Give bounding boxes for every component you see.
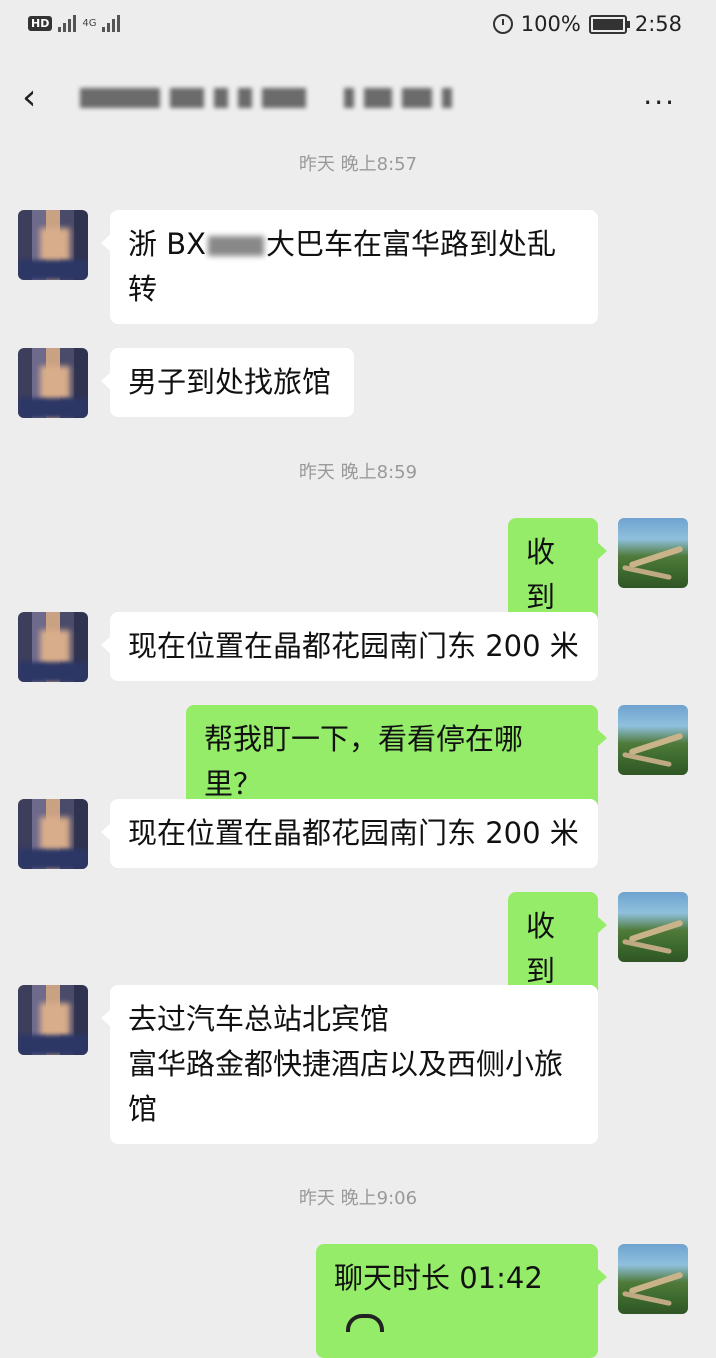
incoming-message[interactable]: 浙 BX 大巴车在富华路到处乱转 [101, 210, 598, 324]
hd-badge: HD [28, 15, 53, 31]
timestamp: 昨天 晚上8:59 [298, 462, 418, 483]
message-line: 富华路金都快捷酒店以及西侧小旅馆 [128, 1047, 564, 1126]
call-record-message[interactable]: 聊天时长 01:42 [316, 1244, 607, 1358]
battery-percent: 100% [520, 12, 581, 36]
back-chevron-icon[interactable]: ‹ [22, 80, 36, 116]
timestamp: 昨天 晚上9:06 [298, 1188, 418, 1209]
signal-icon [58, 14, 77, 32]
message-line: 去过汽车总站北宾馆 [128, 1002, 390, 1036]
message-text: 现在位置在晶都花园南门东 200 米 [128, 629, 579, 663]
more-icon[interactable]: ··· [643, 86, 676, 119]
message-text: 男子到处找旅馆 [128, 365, 332, 399]
chat-title-redacted [80, 88, 452, 108]
alarm-icon [492, 14, 513, 34]
contact-avatar[interactable] [18, 612, 88, 682]
phone-hangup-icon [346, 1314, 384, 1332]
clock: 2:58 [634, 12, 682, 36]
message-text: 聊天时长 01:42 [334, 1261, 543, 1295]
contact-avatar[interactable] [18, 210, 88, 280]
message-text: 收到 [526, 535, 556, 614]
self-avatar[interactable] [618, 518, 688, 588]
status-right: 100% 2:58 [492, 12, 682, 36]
status-bar: HD 4G 100% 2:58 [0, 0, 716, 52]
timestamp: 昨天 晚上8:57 [298, 154, 418, 175]
contact-avatar[interactable] [18, 799, 88, 869]
incoming-message[interactable]: 现在位置在晶都花园南门东 200 米 [101, 799, 598, 868]
incoming-message[interactable]: 去过汽车总站北宾馆 富华路金都快捷酒店以及西侧小旅馆 [101, 985, 598, 1144]
incoming-message[interactable]: 现在位置在晶都花园南门东 200 米 [101, 612, 598, 681]
signal-icon-2 [102, 14, 121, 32]
contact-avatar[interactable] [18, 348, 88, 418]
network-label: 4G [82, 17, 97, 29]
self-avatar[interactable] [618, 705, 688, 775]
status-left: HD 4G [28, 14, 121, 32]
incoming-message[interactable]: 男子到处找旅馆 [101, 348, 354, 417]
message-text: 浙 BX [128, 227, 206, 261]
chat-header: ‹ ··· [0, 60, 716, 140]
message-text: 现在位置在晶都花园南门东 200 米 [128, 816, 579, 850]
redacted-plate [207, 236, 264, 256]
message-text: 收到 [526, 909, 556, 988]
message-text: 帮我盯一下，看看停在哪里？ [204, 722, 524, 801]
self-avatar[interactable] [618, 892, 688, 962]
self-avatar[interactable] [618, 1244, 688, 1314]
battery-icon [588, 14, 630, 34]
contact-avatar[interactable] [18, 985, 88, 1055]
